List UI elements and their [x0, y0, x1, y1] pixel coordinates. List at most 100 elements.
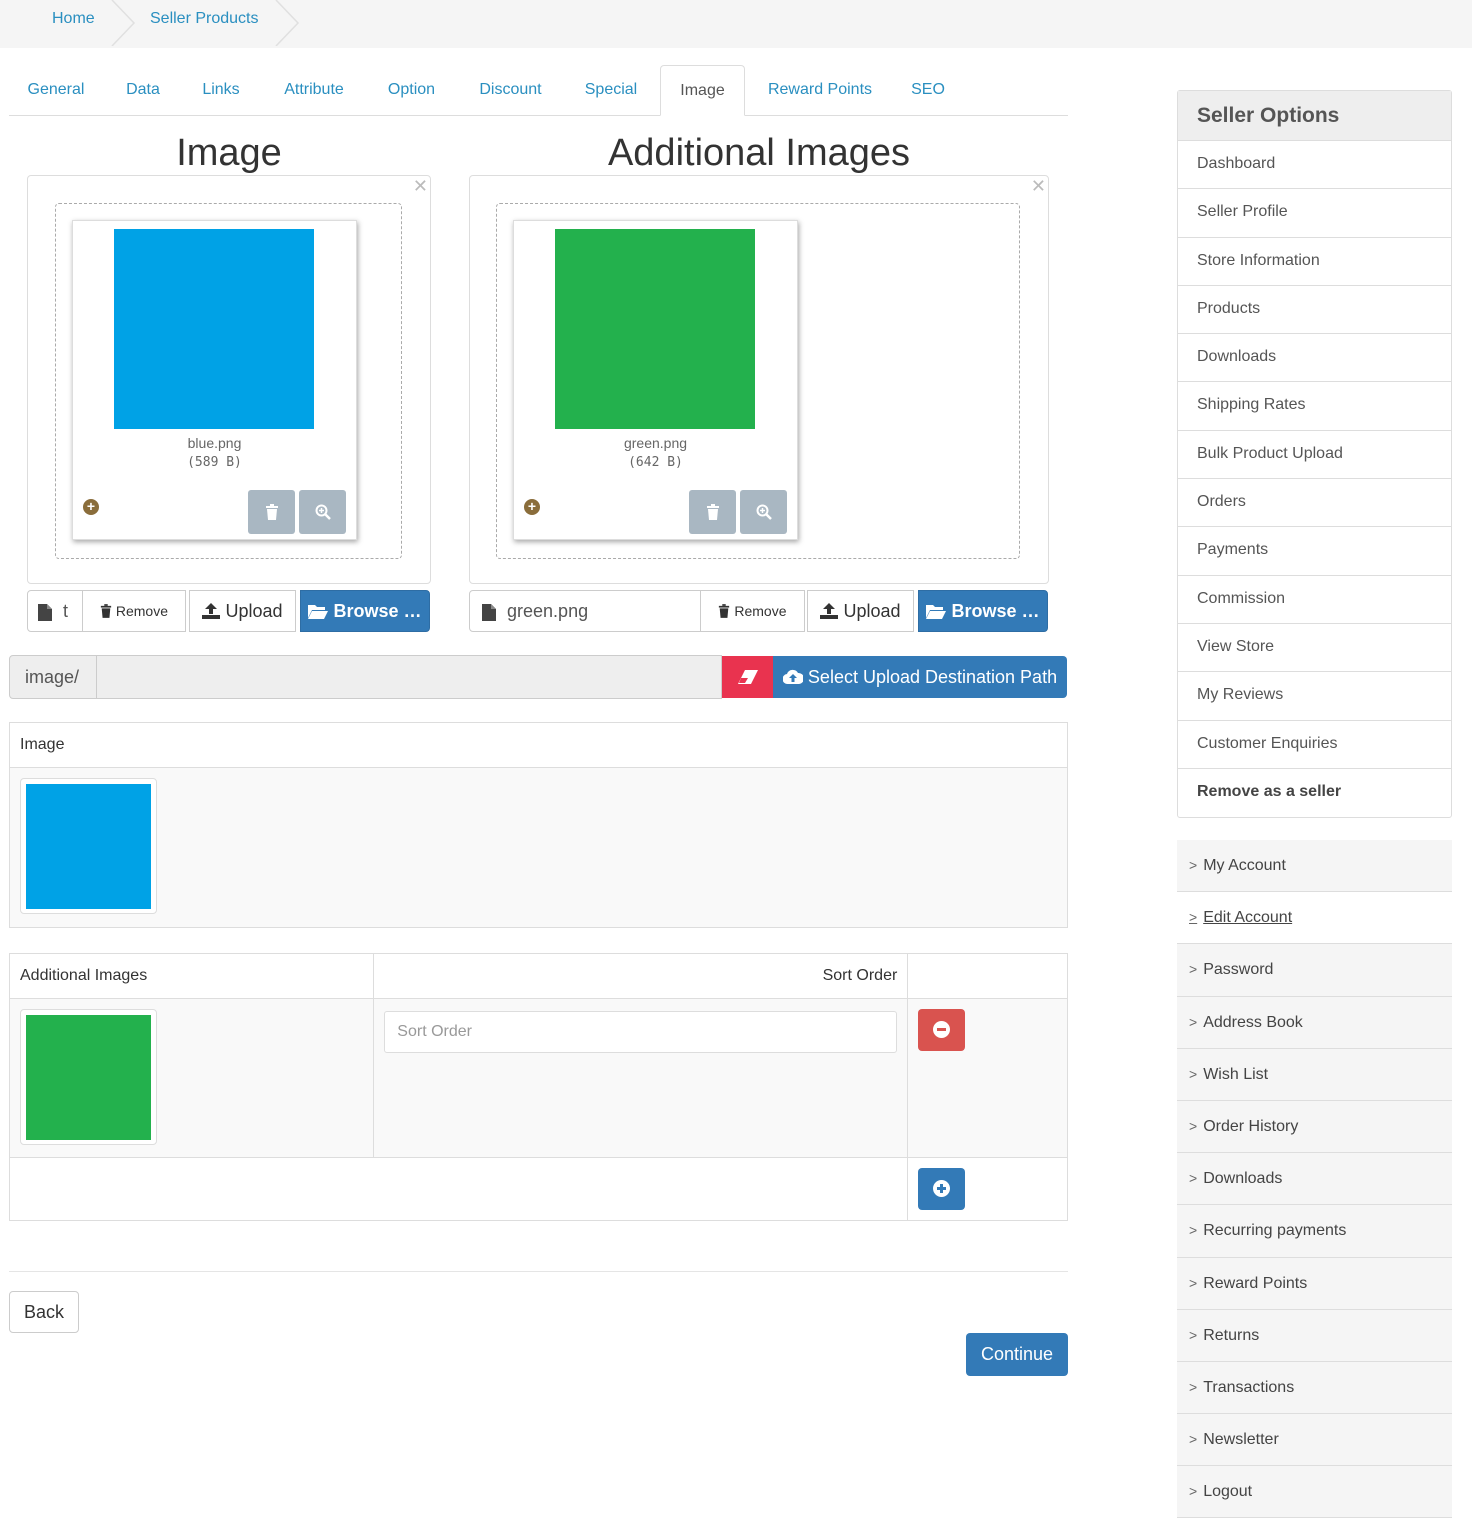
chevron-right-icon: > — [1189, 1013, 1198, 1030]
seller-item-commission[interactable]: Commission — [1178, 576, 1451, 624]
sort-order-input[interactable]: Sort Order — [384, 1011, 898, 1053]
breadcrumb-home-link[interactable]: Home — [52, 0, 95, 48]
account-link-reward-points[interactable]: > Reward Points — [1177, 1257, 1452, 1310]
account-link-transactions[interactable]: > Transactions — [1177, 1361, 1452, 1415]
additional-image-thumbnail[interactable] — [20, 1009, 157, 1145]
tab-general[interactable]: General — [9, 65, 103, 116]
chevron-right-icon: > — [1189, 1274, 1198, 1291]
seller-options-panel: Seller Options Dashboard Seller Profile … — [1177, 90, 1452, 819]
seller-item-orders[interactable]: Orders — [1178, 479, 1451, 528]
account-link-downloads[interactable]: > Downloads — [1177, 1153, 1452, 1206]
remove-label: Remove — [115, 603, 169, 619]
seller-item-my-reviews[interactable]: My Reviews — [1178, 672, 1451, 721]
seller-item-shipping-rates[interactable]: Shipping Rates — [1178, 382, 1451, 431]
path-input[interactable] — [96, 655, 722, 699]
tab-image[interactable]: Image — [660, 65, 745, 116]
select-upload-path-button[interactable]: Select Upload Destination Path — [773, 656, 1067, 698]
delete-file-button[interactable] — [248, 490, 295, 534]
remove-button[interactable]: Remove — [82, 590, 186, 632]
tab-discount[interactable]: Discount — [454, 65, 567, 116]
upload-label: Upload — [225, 601, 283, 621]
additional-images-uploader: ✕ green.png (642 B) + — [469, 175, 1049, 584]
image-preview — [114, 229, 314, 429]
image-file-caption[interactable]: t — [27, 590, 83, 632]
file-icon — [482, 603, 496, 621]
upload-icon — [202, 603, 221, 619]
image-section-title: Image — [176, 132, 282, 174]
zoom-file-button[interactable] — [299, 490, 346, 534]
add-image-button[interactable] — [918, 1168, 966, 1210]
file-caption-text: green.png — [507, 601, 589, 621]
seller-item-dashboard[interactable]: Dashboard — [1178, 141, 1451, 190]
chevron-right-icon: > — [1189, 909, 1198, 926]
account-link-returns[interactable]: > Returns — [1177, 1309, 1452, 1362]
seller-item-remove-as-seller[interactable]: Remove as a seller — [1178, 769, 1451, 817]
trash-icon — [265, 503, 278, 520]
account-link-logout[interactable]: > Logout — [1177, 1466, 1452, 1519]
back-button[interactable]: Back — [9, 1291, 79, 1333]
tab-data[interactable]: Data — [103, 65, 183, 116]
seller-item-bulk-product-upload[interactable]: Bulk Product Upload — [1178, 431, 1451, 480]
browse-button[interactable]: Browse … — [918, 590, 1048, 632]
account-link-edit-account[interactable]: > Edit Account — [1177, 892, 1452, 945]
account-link-address-book[interactable]: > Address Book — [1177, 996, 1452, 1049]
seller-item-customer-enquiries[interactable]: Customer Enquiries — [1178, 721, 1451, 769]
additional-images-header: Additional Images — [8, 953, 375, 999]
breadcrumb-seller-products-link[interactable]: Seller Products — [150, 0, 259, 48]
additional-file-caption[interactable]: green.png — [469, 590, 702, 632]
account-link-password[interactable]: > Password — [1177, 944, 1452, 997]
seller-item-seller-profile[interactable]: Seller Profile — [1178, 189, 1451, 238]
image-dropzone[interactable]: blue.png (589 B) + — [55, 203, 402, 559]
image-preview-card: blue.png (589 B) + — [72, 220, 357, 540]
file-size: (589 B) — [187, 455, 242, 470]
remove-button[interactable]: Remove — [700, 590, 805, 632]
chevron-right-icon: > — [1189, 1326, 1198, 1343]
remove-label: Remove — [734, 603, 787, 619]
zoom-file-button[interactable] — [740, 490, 787, 534]
image-thumbnail[interactable] — [20, 778, 157, 914]
close-icon[interactable]: ✕ — [413, 176, 428, 197]
tab-special[interactable]: Special — [567, 65, 655, 116]
tab-option[interactable]: Option — [369, 65, 454, 116]
tab-links[interactable]: Links — [183, 65, 259, 116]
close-icon[interactable]: ✕ — [1031, 176, 1046, 197]
seller-item-downloads[interactable]: Downloads — [1178, 334, 1451, 383]
chevron-right-icon: > — [1189, 1378, 1198, 1395]
tab-seo[interactable]: SEO — [890, 65, 966, 116]
seller-item-view-store[interactable]: View Store — [1178, 624, 1451, 673]
plus-circle-icon[interactable]: + — [524, 499, 540, 515]
upload-label: Upload — [843, 601, 901, 621]
clear-path-button[interactable] — [722, 656, 773, 698]
browse-button[interactable]: Browse … — [300, 590, 430, 632]
continue-button[interactable]: Continue — [966, 1333, 1068, 1376]
tab-attribute[interactable]: Attribute — [259, 65, 369, 116]
seller-item-payments[interactable]: Payments — [1178, 527, 1451, 576]
seller-item-store-information[interactable]: Store Information — [1178, 238, 1451, 286]
seller-item-products[interactable]: Products — [1178, 286, 1451, 335]
delete-file-button[interactable] — [689, 490, 736, 534]
cloud-upload-icon — [782, 669, 804, 685]
account-link-my-account[interactable]: > My Account — [1177, 840, 1452, 893]
folder-open-icon — [308, 605, 329, 619]
account-link-order-history[interactable]: > Order History — [1177, 1100, 1452, 1154]
additional-images-section-title: Additional Images — [607, 132, 911, 174]
chevron-right-icon: > — [1189, 1483, 1198, 1500]
tab-reward-points[interactable]: Reward Points — [750, 65, 890, 116]
account-link-wish-list[interactable]: > Wish List — [1177, 1048, 1452, 1101]
plus-circle-icon[interactable]: + — [83, 499, 99, 515]
account-link-recurring-payments[interactable]: > Recurring payments — [1177, 1205, 1452, 1258]
remove-image-button[interactable] — [918, 1009, 966, 1051]
divider — [9, 1271, 1068, 1272]
additional-images-dropzone[interactable]: green.png (642 B) + — [496, 203, 1020, 559]
upload-button[interactable]: Upload — [807, 590, 914, 632]
select-path-label: Select Upload Destination Path — [807, 667, 1058, 687]
plus-circle-icon — [933, 1180, 951, 1198]
image-uploader: ✕ blue.png (589 B) + — [27, 175, 431, 584]
upload-path-group: image/ Select Upload Destination Path — [9, 655, 1068, 699]
folder-open-icon — [926, 605, 947, 619]
account-links: > My Account > Edit Account > Password > Add… — [1177, 840, 1452, 1519]
account-link-newsletter[interactable]: > Newsletter — [1177, 1414, 1452, 1467]
trash-icon — [706, 503, 719, 520]
upload-button[interactable]: Upload — [189, 590, 296, 632]
file-name: blue.png — [187, 435, 242, 451]
